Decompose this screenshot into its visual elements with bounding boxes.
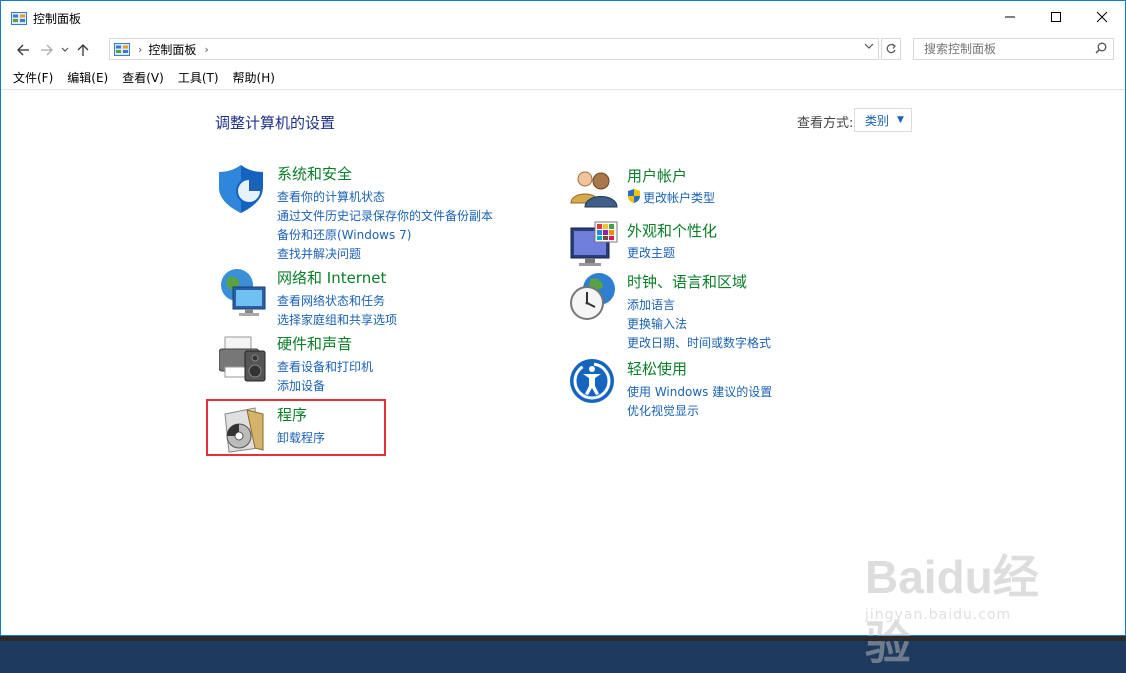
category-heading[interactable]: 外观和个性化 [627, 220, 717, 241]
category-link[interactable]: 更换输入法 [627, 315, 687, 332]
arrow-right-icon [41, 44, 53, 56]
category-link[interactable]: 更改日期、时间或数字格式 [627, 334, 771, 351]
address-bar[interactable]: › 控制面板 › [109, 38, 879, 60]
monitor-palette-icon[interactable] [569, 220, 621, 272]
up-button[interactable] [71, 38, 95, 62]
category-link[interactable]: 更改帐户类型 [643, 189, 715, 206]
view-by-value: 类别 [865, 113, 890, 128]
category-link[interactable]: 使用 Windows 建议的设置 [627, 383, 772, 400]
category-heading[interactable]: 用户帐户 [627, 165, 687, 186]
view-by-label: 查看方式: [797, 116, 854, 131]
category-heading[interactable]: 硬件和声音 [277, 333, 352, 354]
chevron-right-icon[interactable]: › [204, 43, 208, 56]
baidu-watermark: Baidu经验 jingyan.baidu.com [865, 521, 1065, 669]
refresh-icon [886, 43, 896, 54]
category-heading[interactable]: 网络和 Internet [277, 267, 386, 288]
category-link[interactable]: 查看设备和打印机 [277, 358, 373, 375]
desktop-background [0, 636, 1126, 641]
category-link[interactable]: 选择家庭组和共享选项 [277, 311, 397, 328]
watermark-url: jingyan.baidu.com [865, 607, 1012, 623]
menu-help[interactable]: 帮助(H) [233, 69, 275, 86]
maximize-icon [1051, 12, 1061, 22]
menu-bar: 文件(F) 编辑(E) 查看(V) 工具(T) 帮助(H) [1, 65, 1125, 90]
chevron-down-icon [61, 47, 69, 52]
window-title: 控制面板 [33, 11, 82, 26]
refresh-button[interactable] [881, 38, 901, 60]
category-link[interactable]: 添加语言 [627, 296, 675, 313]
category-heading[interactable]: 时钟、语言和区域 [627, 271, 747, 292]
arrow-up-icon [77, 44, 89, 56]
caret-down-icon: ▼ [897, 115, 904, 125]
view-by-dropdown[interactable]: 类别 ▼ [854, 108, 912, 132]
search-box[interactable] [913, 38, 1114, 60]
printer-speaker-icon[interactable] [219, 333, 271, 385]
uac-shield-icon [628, 189, 640, 203]
recent-locations-button[interactable] [59, 38, 71, 62]
category-link[interactable]: 备份和还原(Windows 7) [277, 226, 411, 243]
navigation-bar: › 控制面板 › [1, 35, 1125, 65]
title-bar[interactable]: 控制面板 [1, 1, 1125, 35]
address-dropdown-icon[interactable] [864, 41, 874, 54]
highlight-box [206, 399, 386, 456]
category-heading[interactable]: 系统和安全 [277, 163, 352, 184]
close-button[interactable] [1079, 1, 1125, 33]
category-link[interactable]: 通过文件历史记录保存你的文件备份副本 [277, 207, 493, 224]
category-link[interactable]: 优化视觉显示 [627, 402, 699, 419]
close-icon [1096, 11, 1108, 23]
chevron-right-icon[interactable]: › [138, 43, 142, 56]
menu-edit[interactable]: 编辑(E) [67, 69, 108, 86]
menu-tools[interactable]: 工具(T) [178, 69, 219, 86]
control-panel-icon [114, 42, 130, 56]
category-link[interactable]: 添加设备 [277, 377, 325, 394]
category-link[interactable]: 查找并解决问题 [277, 245, 361, 262]
maximize-button[interactable] [1033, 1, 1079, 33]
control-panel-window: 控制面板 › 控制面板 › 搜索控制面板 文件(F) 编辑(E) 查看(V) 工… [0, 0, 1126, 669]
back-button[interactable] [11, 38, 35, 62]
category-link[interactable]: 查看你的计算机状态 [277, 188, 385, 205]
users-icon[interactable] [569, 165, 621, 217]
clock-globe-icon[interactable] [569, 271, 621, 323]
network-globe-icon[interactable] [219, 267, 271, 319]
breadcrumb-control-panel[interactable]: 控制面板 [148, 41, 196, 58]
ease-of-access-icon[interactable] [569, 358, 621, 410]
arrow-left-icon [17, 44, 29, 56]
search-icon[interactable] [1095, 42, 1107, 57]
shield-icon[interactable] [219, 163, 271, 215]
minimize-button[interactable] [987, 1, 1033, 33]
forward-button[interactable] [35, 38, 59, 62]
menu-view[interactable]: 查看(V) [122, 69, 164, 86]
search-input[interactable] [922, 41, 1096, 57]
category-heading[interactable]: 轻松使用 [627, 358, 687, 379]
category-link[interactable]: 更改主题 [627, 244, 675, 261]
minimize-icon [1005, 16, 1015, 18]
control-panel-icon [11, 11, 27, 25]
category-link[interactable]: 查看网络状态和任务 [277, 292, 385, 309]
menu-file[interactable]: 文件(F) [13, 69, 53, 86]
page-title: 调整计算机的设置 [215, 114, 336, 132]
